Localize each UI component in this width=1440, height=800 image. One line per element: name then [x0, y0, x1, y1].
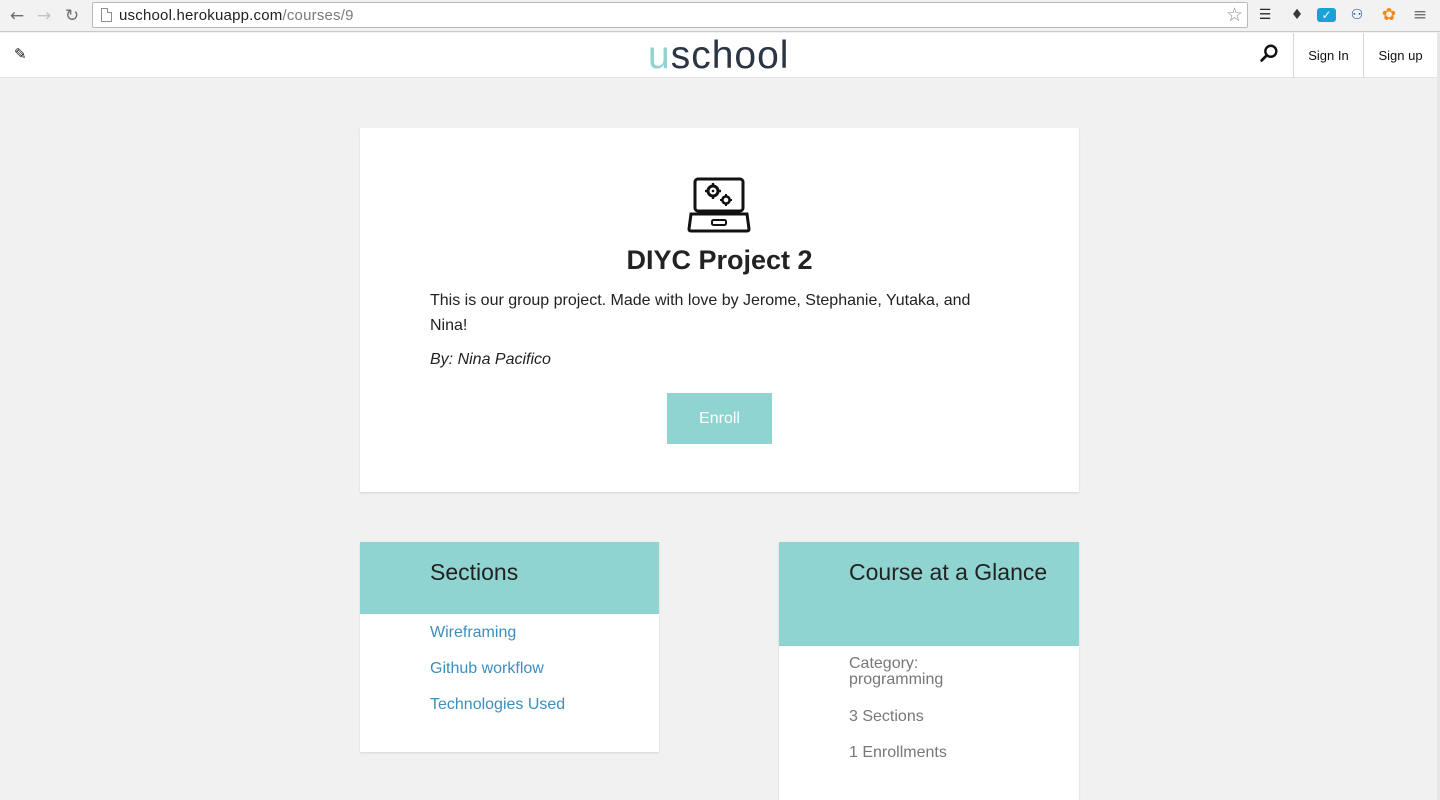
reload-icon[interactable]: ↻ [61, 5, 83, 27]
sections-heading: Sections [360, 542, 659, 614]
pencil-icon[interactable]: ✎ [14, 45, 27, 63]
uschool-logo[interactable]: uschool [648, 34, 789, 78]
logo-school: school [670, 34, 790, 77]
glance-enrollments: 1 Enrollments [849, 744, 947, 761]
back-arrow-icon[interactable]: ← [6, 5, 28, 27]
search-icon[interactable] [1258, 43, 1282, 67]
orange-extension-icon[interactable]: ✿ [1380, 5, 1398, 25]
hamburger-menu-icon[interactable]: ≡ [1411, 5, 1429, 25]
page-icon [101, 8, 112, 22]
list-item: Github workflow [430, 659, 659, 695]
profile-extension-icon[interactable]: ⚇ [1348, 6, 1366, 24]
enroll-button[interactable]: Enroll [667, 393, 772, 444]
sign-up-link[interactable]: Sign up [1363, 33, 1437, 78]
section-list: Wireframing Github workflow Technologies… [360, 614, 659, 731]
url-text[interactable]: uschool.herokuapp.com/courses/9 [119, 7, 354, 24]
sections-panel: Sections Wireframing Github workflow Tec… [360, 542, 659, 752]
url-host: uschool.herokuapp.com [119, 7, 283, 24]
url-path: /courses/9 [282, 7, 354, 24]
list-item: Wireframing [430, 623, 659, 659]
laptop-gears-icon [687, 177, 751, 233]
buffer-extension-icon[interactable]: ☰ [1256, 6, 1274, 24]
glance-category: Category: programming [849, 655, 944, 688]
course-glance-panel: Course at a Glance Category: programming… [779, 542, 1079, 800]
section-link-github-workflow[interactable]: Github workflow [430, 659, 659, 695]
bookmark-star-icon[interactable]: ☆ [1226, 4, 1243, 26]
course-card: DIYC Project 2 This is our group project… [360, 128, 1079, 492]
site-header: ✎ uschool Sign In Sign up [0, 33, 1440, 78]
course-author: By: Nina Pacifico [430, 351, 551, 368]
address-bar[interactable]: uschool.herokuapp.com/courses/9 ☆ [92, 2, 1248, 28]
glance-sections-count: 3 Sections [849, 708, 924, 725]
list-item: Technologies Used [430, 695, 659, 731]
browser-toolbar: ← → ↻ uschool.herokuapp.com/courses/9 ☆ … [0, 0, 1440, 32]
forward-arrow-icon[interactable]: → [33, 5, 55, 27]
course-title: DIYC Project 2 [626, 245, 813, 275]
section-link-wireframing[interactable]: Wireframing [430, 623, 659, 659]
section-link-technologies-used[interactable]: Technologies Used [430, 695, 659, 731]
logo-u: u [648, 34, 671, 77]
course-description: This is our group project. Made with lov… [430, 292, 971, 334]
glance-body: Category: programming 3 Sections 1 Enrol… [779, 646, 1079, 780]
checkmark-extension-icon[interactable]: ✓ [1317, 8, 1336, 22]
sign-in-link[interactable]: Sign In [1293, 33, 1363, 78]
glance-heading: Course at a Glance [779, 542, 1079, 646]
evernote-extension-icon[interactable]: ♦ [1288, 6, 1306, 24]
